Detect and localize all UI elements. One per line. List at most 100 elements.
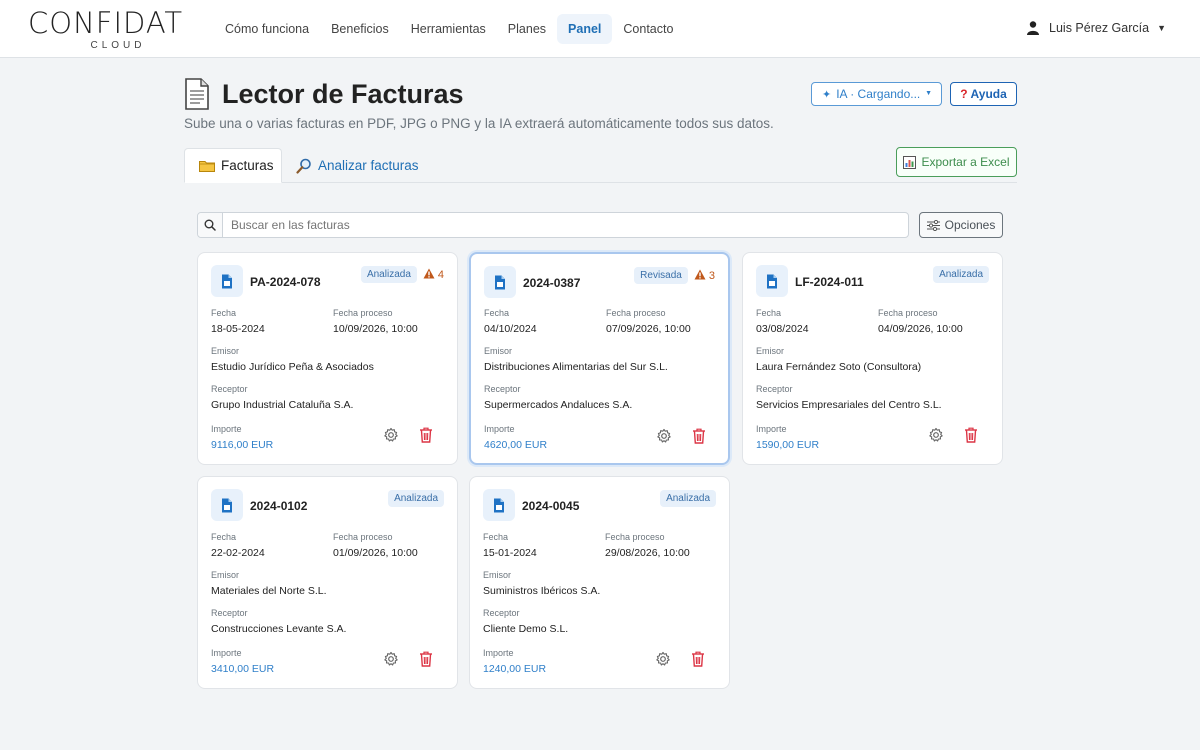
card-badges: Analizada bbox=[388, 490, 444, 507]
page-title: Lector de Facturas bbox=[222, 78, 464, 109]
gear-icon[interactable] bbox=[383, 651, 399, 672]
sliders-icon bbox=[926, 219, 940, 231]
emisor-label: Emisor bbox=[483, 570, 512, 580]
tab-facturas[interactable]: Facturas bbox=[184, 148, 282, 183]
fecha-value: 15-01-2024 bbox=[483, 547, 537, 559]
invoice-card[interactable]: PA-2024-078 Analizada 4 Fecha Fecha proceso 1… bbox=[197, 252, 458, 465]
trash-icon[interactable] bbox=[692, 428, 706, 449]
warning-icon bbox=[694, 269, 709, 283]
fecha-proceso-label: Fecha proceso bbox=[605, 532, 665, 542]
importe-value: 1590,00 EUR bbox=[756, 439, 820, 451]
importe-label: Importe bbox=[211, 424, 242, 434]
fecha-proceso-label: Fecha proceso bbox=[606, 308, 666, 318]
emisor-label: Emisor bbox=[756, 346, 785, 356]
importe-value: 9116,00 EUR bbox=[211, 439, 274, 451]
status-badge: Analizada bbox=[660, 490, 716, 507]
emisor-value: Suministros Ibéricos S.A. bbox=[483, 585, 601, 597]
emisor-value: Distribuciones Alimentarias del Sur S.L. bbox=[484, 361, 668, 373]
tab-analizar-facturas[interactable]: Analizar facturas bbox=[296, 148, 419, 183]
warning-indicator[interactable]: 4 bbox=[423, 268, 444, 282]
gear-icon[interactable] bbox=[383, 427, 399, 448]
help-button-label: Ayuda bbox=[970, 87, 1007, 101]
logo-text: CONFIDAT bbox=[28, 6, 184, 40]
export-excel-button[interactable]: Exportar a Excel bbox=[896, 147, 1017, 177]
export-button-label: Exportar a Excel bbox=[921, 155, 1010, 169]
receptor-value: Supermercados Andaluces S.A. bbox=[484, 399, 633, 411]
options-button[interactable]: Opciones bbox=[919, 212, 1003, 238]
file-icon bbox=[484, 266, 516, 298]
warning-icon bbox=[423, 268, 438, 282]
invoice-card[interactable]: 2024-0045 Analizada Fecha Fecha proceso 15-0… bbox=[469, 476, 730, 689]
receptor-label: Receptor bbox=[484, 384, 521, 394]
fecha-label: Fecha bbox=[211, 532, 237, 542]
invoice-card[interactable]: LF-2024-011 Analizada Fecha Fecha proceso 03… bbox=[742, 252, 1003, 465]
search-input[interactable] bbox=[223, 213, 908, 237]
fecha-value: 04/10/2024 bbox=[484, 323, 537, 335]
trash-icon[interactable] bbox=[964, 427, 978, 448]
brand-logo[interactable]: CONFIDAT CLOUD bbox=[28, 7, 188, 51]
user-icon bbox=[1027, 21, 1040, 35]
warning-count: 4 bbox=[437, 268, 444, 281]
invoice-number: PA-2024-078 bbox=[250, 275, 321, 289]
nav-link-beneficios[interactable]: Beneficios bbox=[320, 14, 400, 44]
trash-icon[interactable] bbox=[419, 427, 433, 448]
fecha-proceso-value: 29/08/2026, 10:00 bbox=[605, 547, 690, 559]
fecha-label: Fecha bbox=[756, 308, 782, 318]
receptor-value: Construcciones Levante S.A. bbox=[211, 623, 347, 635]
importe-value: 4620,00 EUR bbox=[484, 439, 548, 451]
gear-icon[interactable] bbox=[655, 651, 671, 672]
receptor-label: Receptor bbox=[756, 384, 793, 394]
gear-icon[interactable] bbox=[656, 428, 672, 449]
fecha-proceso-value: 10/09/2026, 10:00 bbox=[333, 323, 418, 335]
help-button[interactable]: ? Ayuda bbox=[950, 82, 1017, 106]
status-badge: Revisada bbox=[634, 267, 688, 284]
tab-facturas-label: Facturas bbox=[221, 158, 274, 173]
invoice-number: 2024-0102 bbox=[250, 499, 308, 513]
fecha-proceso-value: 07/09/2026, 10:00 bbox=[606, 323, 691, 335]
status-badge: Analizada bbox=[933, 266, 989, 283]
warning-indicator[interactable]: 3 bbox=[694, 269, 715, 283]
chart-icon bbox=[903, 155, 917, 169]
caret-down-icon: ▼ bbox=[1157, 23, 1166, 33]
caret-down-icon: ▼ bbox=[925, 90, 932, 97]
card-badges: Analizada 4 bbox=[360, 266, 444, 283]
folder-icon bbox=[199, 160, 215, 172]
file-icon bbox=[756, 265, 788, 297]
invoice-number: 2024-0045 bbox=[522, 499, 580, 513]
magnifier-icon bbox=[296, 158, 311, 174]
status-badge: Analizada bbox=[360, 266, 417, 283]
nav-link-panel[interactable]: Panel bbox=[557, 14, 613, 44]
emisor-label: Emisor bbox=[211, 346, 240, 356]
warning-count: 3 bbox=[708, 269, 715, 282]
file-icon bbox=[483, 489, 515, 521]
trash-icon[interactable] bbox=[419, 651, 433, 672]
options-button-label: Opciones bbox=[944, 218, 996, 232]
nav-links: Cómo funciona Beneficios Herramientas Pl… bbox=[214, 14, 684, 44]
emisor-label: Emisor bbox=[484, 346, 513, 356]
receptor-label: Receptor bbox=[211, 608, 248, 618]
fecha-value: 18-05-2024 bbox=[211, 323, 265, 335]
receptor-label: Receptor bbox=[211, 384, 248, 394]
ia-model-dropdown[interactable]: ✦ IA · Cargando... ▼ bbox=[811, 82, 942, 106]
card-badges: Analizada bbox=[660, 490, 716, 507]
nav-link-planes[interactable]: Planes bbox=[497, 14, 557, 44]
nav-link-herramientas[interactable]: Herramientas bbox=[400, 14, 497, 44]
fecha-proceso-label: Fecha proceso bbox=[333, 308, 393, 318]
user-menu[interactable]: Luis Pérez García ▼ bbox=[1027, 21, 1166, 35]
emisor-value: Materiales del Norte S.L. bbox=[211, 585, 327, 597]
invoice-number: 2024-0387 bbox=[523, 276, 581, 290]
emisor-value: Estudio Jurídico Peña & Asociados bbox=[211, 361, 374, 373]
invoice-card[interactable]: 2024-0102 Analizada Fecha Fecha proceso 22-0… bbox=[197, 476, 458, 689]
nav-link-contacto[interactable]: Contacto bbox=[612, 14, 684, 44]
trash-icon[interactable] bbox=[691, 651, 705, 672]
receptor-value: Grupo Industrial Cataluña S.A. bbox=[211, 399, 354, 411]
fecha-value: 03/08/2024 bbox=[756, 323, 809, 335]
user-name: Luis Pérez García bbox=[1049, 21, 1150, 35]
importe-value: 1240,00 EUR bbox=[483, 663, 547, 675]
file-icon bbox=[211, 489, 243, 521]
importe-label: Importe bbox=[484, 424, 515, 434]
nav-link-como-funciona[interactable]: Cómo funciona bbox=[214, 14, 320, 44]
gear-icon[interactable] bbox=[928, 427, 944, 448]
fecha-label: Fecha bbox=[484, 308, 510, 318]
invoice-card[interactable]: 2024-0387 Revisada 3 Fecha Fecha proceso 04/1… bbox=[469, 252, 730, 465]
